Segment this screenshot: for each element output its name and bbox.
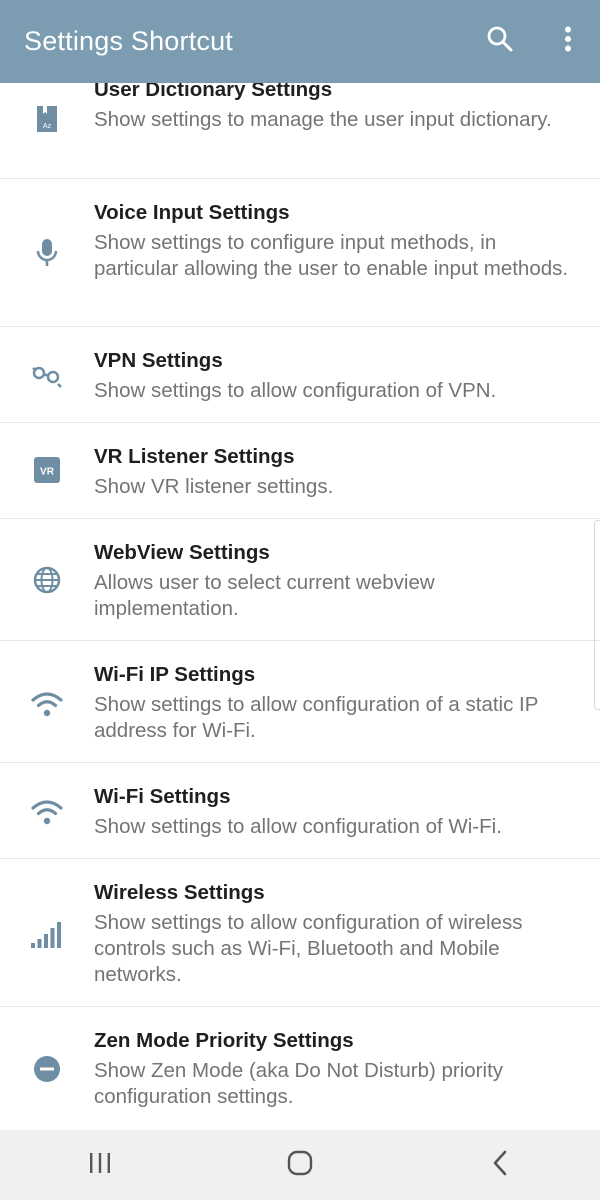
search-button[interactable] xyxy=(476,18,524,66)
recent-apps-icon xyxy=(88,1152,112,1179)
svg-text:Az: Az xyxy=(43,123,52,130)
list-item-wifi-ip[interactable]: Wi-Fi IP Settings Show settings to allow… xyxy=(0,641,600,763)
more-vert-icon xyxy=(564,26,572,57)
system-navigation-bar xyxy=(0,1130,600,1200)
item-title: WebView Settings xyxy=(94,541,270,564)
list-item-wifi[interactable]: Wi-Fi Settings Show settings to allow co… xyxy=(0,763,600,859)
list-item-vr-listener[interactable]: VR VR Listener Settings Show VR listener… xyxy=(0,423,600,519)
list-item-webview[interactable]: WebView Settings Allows user to select c… xyxy=(0,519,600,641)
overflow-menu-button[interactable] xyxy=(544,18,592,66)
globe-icon xyxy=(30,563,64,597)
back-button[interactable] xyxy=(460,1135,540,1195)
microphone-icon xyxy=(30,236,64,270)
list-item-vpn[interactable]: VPN Settings Show settings to allow conf… xyxy=(0,327,600,423)
item-title: VR Listener Settings xyxy=(94,445,295,468)
recent-apps-button[interactable] xyxy=(60,1135,140,1195)
search-icon xyxy=(486,25,514,58)
item-description: Show settings to allow configuration of … xyxy=(94,815,502,838)
vr-icon: VR xyxy=(30,453,64,487)
item-title: Wi-Fi IP Settings xyxy=(94,663,256,686)
item-description: Show settings to manage the user input d… xyxy=(94,108,552,131)
item-description: Show settings to allow configuration of … xyxy=(94,911,523,986)
svg-text:VR: VR xyxy=(40,467,55,478)
item-title: Zen Mode Priority Settings xyxy=(94,1029,354,1052)
item-title: VPN Settings xyxy=(94,349,223,372)
item-description: Show Zen Mode (aka Do Not Disturb) prior… xyxy=(94,1059,504,1108)
home-button[interactable] xyxy=(260,1135,340,1195)
wifi-icon xyxy=(30,795,64,829)
dictionary-icon: Az xyxy=(30,102,64,136)
item-description: Show settings to allow configuration of … xyxy=(94,693,539,742)
list-item-wireless[interactable]: Wireless Settings Show settings to allow… xyxy=(0,859,600,1007)
list-item-voice-input[interactable]: Voice Input Settings Show settings to co… xyxy=(0,179,600,327)
home-icon xyxy=(287,1150,313,1181)
list-item-zen-mode[interactable]: Zen Mode Priority Settings Show Zen Mode… xyxy=(0,1007,600,1130)
item-title: Voice Input Settings xyxy=(94,201,290,224)
do-not-disturb-icon xyxy=(30,1052,64,1086)
item-description: Allows user to select current webview im… xyxy=(94,571,435,620)
signal-bars-icon xyxy=(30,917,64,951)
wifi-icon xyxy=(30,687,64,721)
item-title: Wi-Fi Settings xyxy=(94,785,231,808)
item-title: Wireless Settings xyxy=(94,881,265,904)
item-description: Show VR listener settings. xyxy=(94,475,334,498)
item-description: Show settings to allow configuration of … xyxy=(94,379,497,402)
app-title: Settings Shortcut xyxy=(24,26,234,56)
back-icon xyxy=(492,1150,508,1181)
app-bar: Settings Shortcut xyxy=(0,0,600,83)
item-description: Show settings to configure input methods… xyxy=(94,231,569,280)
scrollbar[interactable] xyxy=(594,520,600,710)
vpn-key-icon xyxy=(30,359,64,393)
